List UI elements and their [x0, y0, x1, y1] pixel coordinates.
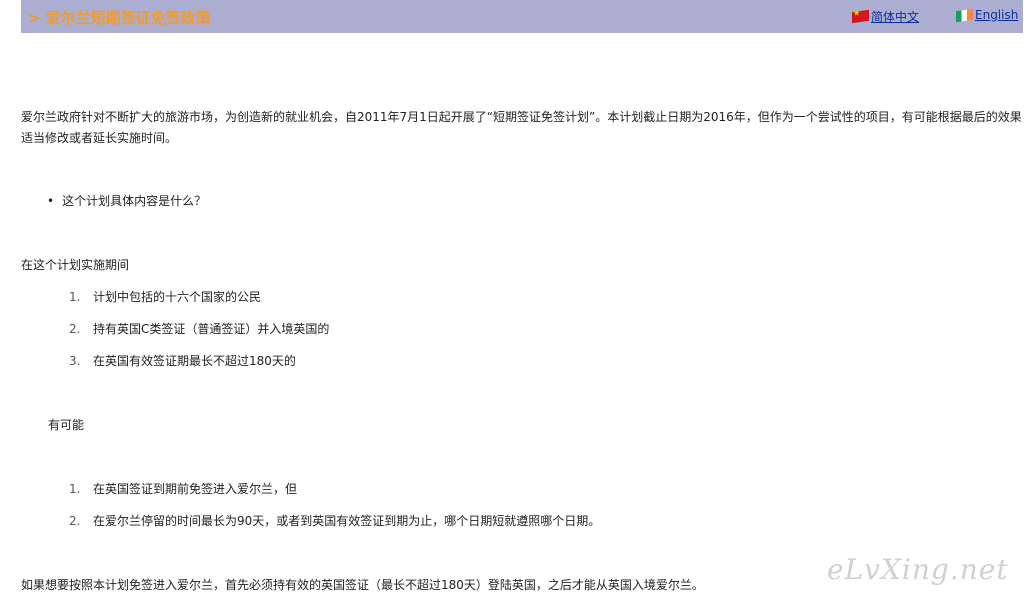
china-flag-icon [852, 9, 869, 24]
lang-switch-english[interactable]: English [956, 8, 1018, 22]
lang-link-english[interactable]: English [975, 8, 1018, 22]
lang-link-chinese[interactable]: 简体中文 [871, 8, 919, 25]
lang-switch-chinese[interactable]: 简体中文 [852, 8, 919, 25]
list-item: 在英国签证到期前免签进入爱尔兰，但 [93, 482, 298, 496]
list-item-number: 2. [69, 514, 81, 528]
intro-paragraph: 爱尔兰政府针对不断扩大的旅游市场，为创造新的就业机会，自2011年7月1日起开展… [21, 110, 1022, 145]
page-title: > 爱尔兰短期签证免签政策 [28, 9, 211, 27]
site-watermark: eLvXing.net [827, 553, 1009, 586]
during-heading: 在这个计划实施期间 [21, 258, 130, 272]
ireland-flag-icon [956, 8, 973, 22]
list-item-number: 1. [69, 290, 81, 304]
possible-heading: 有可能 [48, 418, 85, 432]
footer-paragraph: 如果想要按照本计划免签进入爱尔兰，首先必须持有效的英国签证（最长不超过180天）… [21, 578, 704, 592]
list-item-number: 3. [69, 354, 81, 368]
page-header: > 爱尔兰短期签证免签政策 简体中文 English [21, 0, 1023, 33]
list-item: 持有英国C类签证（普通签证）并入境英国的 [93, 322, 330, 336]
list-item-number: 1. [69, 482, 81, 496]
list-item: 在英国有效签证期最长不超过180天的 [93, 354, 296, 368]
list-item-number: 2. [69, 322, 81, 336]
list-item: 在爱尔兰停留的时间最长为90天，或者到英国有效签证到期为止，哪个日期短就遵照哪个… [93, 514, 601, 528]
question-bullet: 这个计划具体内容是什么？ [47, 191, 206, 211]
list-item: 计划中包括的十六个国家的公民 [93, 290, 262, 304]
